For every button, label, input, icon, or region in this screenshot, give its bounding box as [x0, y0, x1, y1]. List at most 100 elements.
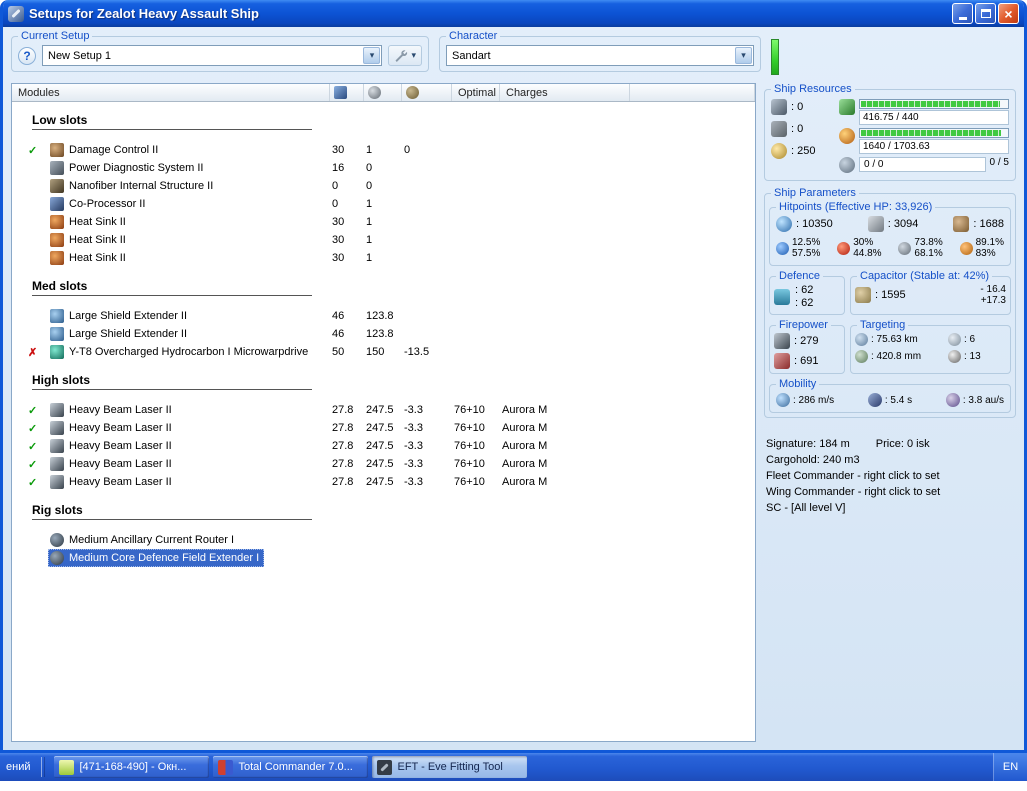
turret-hardpoints: : 0: [771, 99, 833, 115]
module-capacitor-value: -3.3: [404, 476, 423, 488]
module-row[interactable]: ✓ Damage Control II 30 1 0: [12, 141, 755, 159]
cpu-column-header[interactable]: [330, 84, 364, 101]
module-row[interactable]: Medium Core Defence Field Extender I: [12, 549, 755, 567]
module-row[interactable]: Co-Processor II 0 1: [12, 195, 755, 213]
setup-combobox[interactable]: New Setup 1 ▾: [42, 45, 383, 66]
capacitor-icon: [406, 86, 419, 99]
module-capacitor-value: -3.3: [404, 458, 423, 470]
help-button[interactable]: ?: [18, 46, 36, 65]
optimal-column-header[interactable]: Optimal: [452, 84, 500, 101]
taskbar-button-label: Total Commander 7.0...: [238, 761, 353, 773]
module-icon: [50, 457, 64, 471]
check-icon: ✓: [28, 144, 38, 157]
taskbar-button-label: EFT - Eve Fitting Tool: [397, 761, 503, 773]
module-row[interactable]: Medium Ancillary Current Router I: [12, 531, 755, 549]
module-row[interactable]: ✓ Heavy Beam Laser II 27.8 247.5 -3.3 76+10 Au…: [12, 437, 755, 455]
chevron-down-icon: ▾: [411, 50, 416, 60]
module-label: Heat Sink II: [48, 213, 131, 231]
minimize-button[interactable]: [952, 3, 973, 24]
squad-commander[interactable]: SC - [All level V]: [766, 502, 1016, 514]
module-cpu-value: 27.8: [332, 476, 354, 488]
module-capacitor-value: -3.3: [404, 422, 423, 434]
module-name-group: Co-Processor II: [48, 195, 330, 213]
module-row[interactable]: Large Shield Extender II 46 123.8: [12, 307, 755, 325]
taskbar-button-eft[interactable]: EFT - Eve Fitting Tool: [372, 756, 528, 778]
module-label: Medium Ancillary Current Router I: [48, 531, 239, 549]
defence-group: Defence : 62 : 62: [769, 270, 845, 315]
module-name-group: Heat Sink II: [48, 231, 330, 249]
error-icon: ✗: [28, 346, 38, 359]
module-name-group: Power Diagnostic System II: [48, 159, 330, 177]
maximize-button[interactable]: [975, 3, 996, 24]
module-name-group: Heavy Beam Laser II: [48, 401, 330, 419]
module-row[interactable]: ✓ Heavy Beam Laser II 27.8 247.5 -3.3 76+10 Au…: [12, 401, 755, 419]
chevron-down-icon[interactable]: ▾: [735, 47, 752, 64]
turret-hardpoints-value: : 0: [791, 101, 804, 113]
armor-icon: [867, 216, 884, 232]
language-indicator[interactable]: EN: [993, 753, 1027, 781]
setup-tools-button[interactable]: ▾: [388, 45, 422, 66]
powergrid-column-header[interactable]: [364, 84, 402, 101]
module-name: Heat Sink II: [69, 216, 126, 228]
resistances-row: 12.5% 57.5% 30% 44.8% 73.8% 68.1% 89.1% 83%: [774, 235, 1006, 261]
module-row[interactable]: ✓ Heavy Beam Laser II 27.8 247.5 -3.3 76+10 Au…: [12, 473, 755, 491]
modules-table-header[interactable]: Modules Optimal Charges: [12, 84, 755, 102]
close-button[interactable]: ×: [998, 3, 1019, 24]
module-cpu-value: 27.8: [332, 404, 354, 416]
titlebar[interactable]: Setups for Zealot Heavy Assault Ship ×: [3, 0, 1024, 27]
firepower-group: Firepower : 279 : 691: [769, 319, 845, 374]
kinetic-armor-resist: 68.1%: [914, 248, 943, 259]
module-row[interactable]: Nanofiber Internal Structure II 0 0: [12, 177, 755, 195]
defence-value-1: : 62: [795, 284, 814, 296]
module-icon: [50, 345, 64, 359]
module-row[interactable]: Heat Sink II 30 1: [12, 213, 755, 231]
window-controls: ×: [952, 3, 1019, 24]
taskbar-button-window[interactable]: [471-168-490] - Окн...: [54, 756, 210, 778]
module-row[interactable]: Large Shield Extender II 46 123.8: [12, 325, 755, 343]
module-cpu-value: 30: [332, 144, 345, 156]
targeting-range: : 75.63 km: [855, 333, 948, 346]
module-label: Nanofiber Internal Structure II: [48, 177, 218, 195]
targeting-group: Targeting : 75.63 km : 6 : 420.8 mm : 13: [850, 319, 1011, 374]
structure-hp: : 1688: [953, 216, 1004, 232]
module-icon: [50, 475, 64, 489]
kinetic-resist-icon: [898, 241, 912, 255]
structure-icon: [953, 216, 970, 232]
mobility-group: Mobility : 286 m/s : 5.4 s : 3.8 au/s: [769, 378, 1011, 413]
module-name: Heavy Beam Laser II: [69, 476, 172, 488]
capacitor-column-header[interactable]: [402, 84, 452, 101]
charges-column-header[interactable]: Charges: [500, 84, 630, 101]
capacitor-orb-icon: [855, 287, 871, 303]
module-name: Heavy Beam Laser II: [69, 458, 172, 470]
module-row[interactable]: ✓ Heavy Beam Laser II 27.8 247.5 -3.3 76+10 Au…: [12, 455, 755, 473]
max-velocity: : 286 m/s: [776, 393, 834, 407]
modules-column-header[interactable]: Modules: [12, 84, 330, 101]
slot-section-title: High slots: [32, 373, 312, 390]
module-row[interactable]: ✓ Heavy Beam Laser II 27.8 247.5 -3.3 76+10 Au…: [12, 419, 755, 437]
drone-resource-row: 0 / 0 0 / 5: [839, 157, 1009, 173]
module-label: Y-T8 Overcharged Hydrocarbon I Microwarp…: [48, 343, 313, 361]
module-cpu-value: 0: [332, 180, 339, 192]
module-icon: [50, 197, 64, 211]
module-row[interactable]: Power Diagnostic System II 16 0: [12, 159, 755, 177]
modules-panel: Modules Optimal Charges Low slots ✓ Damage…: [11, 83, 756, 742]
slot-section-title: Low slots: [32, 113, 312, 130]
module-label: Power Diagnostic System II: [48, 159, 209, 177]
taskbar-leftover-text[interactable]: ений: [0, 761, 36, 773]
module-row[interactable]: ✗ Y-T8 Overcharged Hydrocarbon I Microwar…: [12, 343, 755, 361]
wing-commander[interactable]: Wing Commander - right click to set: [766, 486, 1016, 498]
module-row[interactable]: Heat Sink II 30 1: [12, 249, 755, 267]
fleet-commander[interactable]: Fleet Commander - right click to set: [766, 470, 1016, 482]
chevron-down-icon[interactable]: ▾: [363, 47, 381, 64]
launcher-icon: [771, 121, 787, 137]
folder-icon: [59, 759, 75, 775]
hitpoints-values-row: : 10350 : 3094 : 1688: [774, 215, 1006, 233]
module-name: Heat Sink II: [69, 252, 126, 264]
firepower-targeting-row: Firepower : 279 : 691 Targeting : 75.63 …: [769, 319, 1011, 374]
module-icon: [50, 233, 64, 247]
module-row[interactable]: Heat Sink II 30 1: [12, 231, 755, 249]
taskbar-button-total-commander[interactable]: Total Commander 7.0...: [213, 756, 369, 778]
character-combobox[interactable]: Sandart ▾: [446, 45, 754, 66]
module-powergrid-value: 1: [366, 216, 373, 228]
module-cpu-value: 30: [332, 234, 345, 246]
